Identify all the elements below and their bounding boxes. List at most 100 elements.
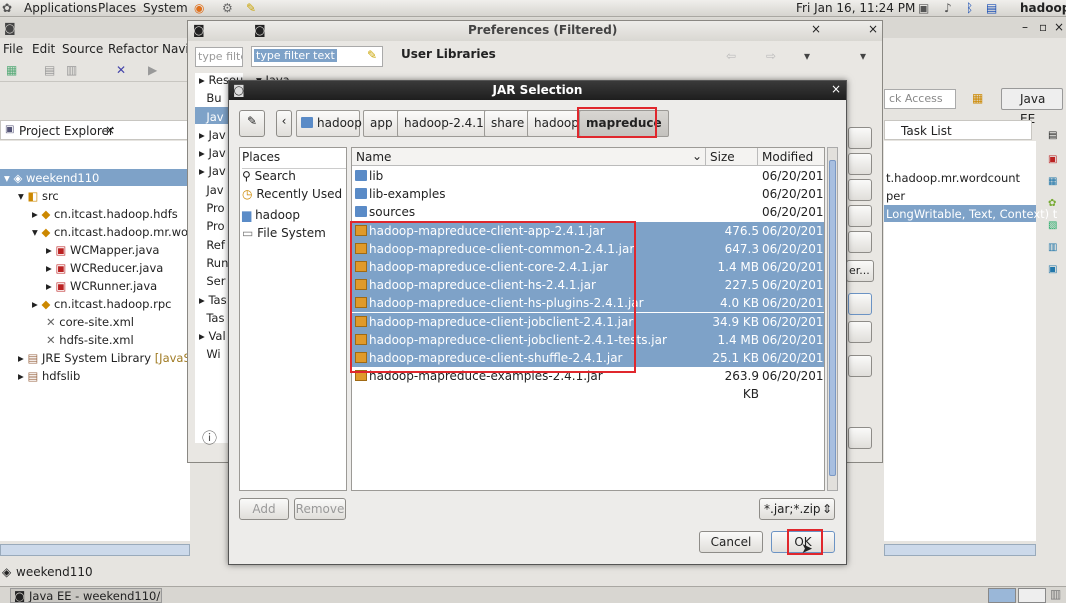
tree-item-wcreducer[interactable]: ▸ ▣ WCReducer.java xyxy=(46,261,163,275)
minimize-icon[interactable]: – xyxy=(1022,20,1028,34)
tree-item-src[interactable]: ▾ ◧ src xyxy=(18,189,59,203)
side-icon[interactable]: ▦ xyxy=(1048,176,1057,187)
tree-item-hdfs[interactable]: ▸ ◆ cn.itcast.hadoop.hdfs xyxy=(32,207,178,221)
column-size[interactable]: Size xyxy=(710,150,735,164)
forward-icon[interactable]: ⇨ xyxy=(766,49,776,63)
chevron-down-icon[interactable]: ▾ xyxy=(860,49,866,63)
file-list-scrollbar[interactable] xyxy=(827,147,838,491)
file-row[interactable]: sources 06/20/2014 xyxy=(352,203,824,222)
tree-item-wcmapper[interactable]: ▸ ▣ WCMapper.java xyxy=(46,243,159,257)
filter-input-left[interactable]: type filte xyxy=(195,47,243,67)
display-icon[interactable]: ▤ xyxy=(986,1,997,15)
tree-item-hdfslib[interactable]: ▸ ▤ hdfslib xyxy=(18,369,80,383)
side-button[interactable] xyxy=(848,231,872,253)
explorer-hscroll[interactable] xyxy=(0,544,190,556)
perspective-icon[interactable]: ▦ xyxy=(972,91,983,105)
side-icon[interactable]: ▣ xyxy=(1048,154,1057,165)
side-button[interactable] xyxy=(848,179,872,201)
volume-icon[interactable]: ♪ xyxy=(944,1,952,15)
java-ee-perspective[interactable]: Java EE xyxy=(1001,88,1063,126)
cancel-button[interactable]: Cancel xyxy=(699,531,763,553)
quick-access-input[interactable]: ck Access xyxy=(884,89,956,109)
clock[interactable]: Fri Jan 16, 11:24 PM xyxy=(796,1,915,15)
user-name[interactable]: hadoop xyxy=(1020,1,1066,15)
tree-item-wcrunner[interactable]: ▸ ▣ WCRunner.java xyxy=(46,279,157,293)
tree-item-weekend110[interactable]: ▾ ◈ weekend110 xyxy=(4,171,99,185)
new-icon[interactable]: ▦ xyxy=(6,63,17,77)
place-recently-used[interactable]: ◷ Recently Used xyxy=(242,187,342,201)
side-icon[interactable]: ✿ xyxy=(1048,198,1056,209)
close-icon[interactable]: × xyxy=(868,22,878,36)
trash-icon[interactable]: ▥ xyxy=(1050,587,1061,601)
close-icon[interactable]: × xyxy=(811,22,821,36)
bluetooth-icon[interactable]: ᛒ xyxy=(966,1,973,15)
place-file-system[interactable]: ▭ File System xyxy=(242,226,326,240)
edit-button[interactable]: er... xyxy=(846,260,874,282)
menu-edit[interactable]: Edit xyxy=(32,42,55,56)
file-filter-select[interactable]: *.jar;*.zip ⇕ xyxy=(759,498,835,520)
crumb-hadoop[interactable]: hadoop xyxy=(296,110,362,137)
scroll-thumb[interactable] xyxy=(829,160,836,476)
chevron-down-icon[interactable]: ▾ xyxy=(804,49,810,63)
side-button[interactable] xyxy=(848,355,872,377)
side-button[interactable] xyxy=(848,321,872,343)
back-icon[interactable]: ⇦ xyxy=(726,49,736,63)
add-button[interactable]: Add xyxy=(239,498,289,520)
file-row[interactable]: lib 06/20/2014 xyxy=(352,167,824,185)
side-button[interactable] xyxy=(848,153,872,175)
side-button[interactable] xyxy=(848,427,872,449)
tool-icon[interactable]: ⚙ xyxy=(222,1,233,15)
close-icon[interactable]: × xyxy=(1054,20,1064,34)
column-modified[interactable]: Modified xyxy=(762,150,813,164)
file-row[interactable]: lib-examples 06/20/2014 xyxy=(352,185,824,204)
side-button[interactable] xyxy=(848,293,872,315)
close-icon[interactable]: × xyxy=(831,82,841,96)
save-all-icon[interactable]: ▥ xyxy=(66,63,77,77)
path-back-button[interactable]: ‹ xyxy=(276,110,292,137)
filter-input[interactable]: type filter text ✎ xyxy=(251,46,383,67)
firefox-icon[interactable]: ◉ xyxy=(194,1,204,15)
save-icon[interactable]: ▤ xyxy=(44,63,55,77)
place-search[interactable]: ⚲ Search xyxy=(242,169,296,183)
workspace-2[interactable] xyxy=(1018,588,1046,603)
side-icon[interactable]: ▥ xyxy=(1048,242,1057,253)
tree-item-core-site[interactable]: ✕ core-site.xml xyxy=(46,315,134,329)
tree-item-mr[interactable]: ▾ ◆ cn.itcast.hadoop.mr.word xyxy=(32,225,200,239)
side-icon[interactable]: ▤ xyxy=(1048,130,1057,141)
menu-navigate[interactable]: Navi xyxy=(162,42,189,56)
workspace-1[interactable] xyxy=(988,588,1016,603)
crumb-hadoop-2-4-1[interactable]: hadoop-2.4.1 xyxy=(397,110,491,137)
sort-chevron-icon[interactable]: ⌄ xyxy=(692,149,702,163)
network-icon[interactable]: ▣ xyxy=(918,1,929,15)
run-icon[interactable]: ▶ xyxy=(148,63,157,77)
crumb-app[interactable]: app xyxy=(363,110,400,137)
taskbar-eclipse[interactable]: ◙ Java EE - weekend110/... xyxy=(10,588,162,603)
menu-refactor[interactable]: Refactor xyxy=(108,42,158,56)
side-button[interactable] xyxy=(848,127,872,149)
menu-source[interactable]: Source xyxy=(62,42,103,56)
tree-item-rpc[interactable]: ▸ ◆ cn.itcast.hadoop.rpc xyxy=(32,297,171,311)
side-icon[interactable]: ▣ xyxy=(1048,264,1057,275)
close-tab-icon[interactable]: × xyxy=(105,123,115,137)
task-list-tab[interactable]: Task List xyxy=(884,120,1032,140)
project-explorer-tab[interactable]: ▣ Project Explorer × xyxy=(0,120,190,140)
remove-button[interactable]: Remove xyxy=(294,498,346,520)
column-name[interactable]: Name xyxy=(356,150,391,164)
tree-item-hdfs-site[interactable]: ✕ hdfs-site.xml xyxy=(46,333,134,347)
edit-location-button[interactable]: ✎ xyxy=(239,110,265,137)
side-button[interactable] xyxy=(848,205,872,227)
crumb-share[interactable]: share xyxy=(484,110,532,137)
editor-icon[interactable]: ✎ xyxy=(246,1,256,15)
places-menu[interactable]: Places xyxy=(98,1,136,15)
skip-icon[interactable]: ✕ xyxy=(116,63,126,77)
help-icon[interactable]: ⓘ xyxy=(202,427,217,448)
system-menu[interactable]: System xyxy=(143,1,188,15)
menu-file[interactable]: File xyxy=(3,42,23,56)
maximize-icon[interactable]: ▫ xyxy=(1039,20,1047,34)
applications-menu[interactable]: Applications xyxy=(24,1,97,15)
tree-item-jre[interactable]: ▸ ▤ JRE System Library [JavaSE- xyxy=(18,351,202,365)
editor-hscroll[interactable] xyxy=(884,544,1036,556)
clear-filter-icon[interactable]: ✎ xyxy=(367,48,377,62)
side-icon[interactable]: ▧ xyxy=(1048,220,1057,231)
place-hadoop[interactable]: ▆ hadoop xyxy=(242,208,300,222)
